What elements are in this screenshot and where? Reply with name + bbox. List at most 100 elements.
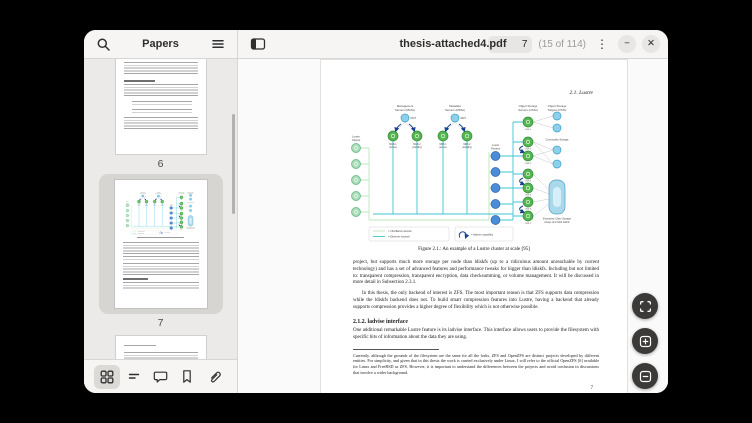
zoom-out-icon	[639, 370, 652, 383]
svg-text:OSS 6: OSS 6	[180, 224, 183, 226]
svg-text:OSS 7: OSS 7	[525, 223, 532, 225]
thumbnail-page-8[interactable]	[84, 335, 237, 359]
svg-text:Lustre: Lustre	[126, 200, 129, 203]
grid-icon	[100, 370, 114, 384]
attachments-button[interactable]	[201, 365, 227, 389]
svg-text:Commodity Storage: Commodity Storage	[187, 201, 195, 204]
svg-text:OSS 4: OSS 4	[180, 215, 183, 217]
svg-text:MDS 1: MDS 1	[439, 144, 447, 146]
thumbnail-page-label: 6	[84, 158, 237, 170]
document-viewer[interactable]: 2.1. Lustre	[238, 59, 668, 393]
thumbnail-list: 6	[84, 59, 237, 359]
svg-text:OSS 1: OSS 1	[525, 129, 532, 131]
svg-text:MDT: MDT	[461, 117, 467, 120]
server-nodes	[137, 196, 183, 229]
sidebar-title: Papers	[142, 38, 179, 50]
svg-text:MGT: MGT	[144, 195, 146, 197]
annotations-button[interactable]	[148, 365, 174, 389]
svg-text:Lustre: Lustre	[492, 143, 500, 147]
server-nodes	[388, 117, 533, 221]
sidebar-toolbar	[84, 359, 237, 393]
svg-text:Management: Management	[140, 191, 146, 194]
search-icon	[96, 37, 111, 52]
svg-text:Clients: Clients	[352, 138, 361, 142]
sidebar: Papers 6	[84, 30, 238, 393]
svg-text:Object Storage: Object Storage	[178, 191, 184, 194]
zoom-controls	[632, 293, 658, 389]
svg-text:MGS 1: MGS 1	[389, 144, 397, 146]
footnote-rule	[353, 349, 439, 350]
fit-page-button[interactable]	[632, 293, 658, 319]
hamburger-icon	[211, 37, 225, 51]
svg-text:OSS 3: OSS 3	[180, 209, 183, 211]
document-title: thesis-attached4.pdf	[400, 38, 507, 50]
svg-text:MGS 2: MGS 2	[413, 144, 421, 146]
thumbnail-page-7[interactable]: Management Servers (MGSs) Metadata Serve…	[84, 174, 237, 329]
svg-text:= failover capability: = failover capability	[471, 233, 494, 237]
sidebar-toggle-icon	[250, 37, 266, 51]
thumbnail-content	[115, 59, 207, 155]
svg-text:OSS 5: OSS 5	[180, 219, 183, 221]
thumbnail-content	[115, 335, 207, 359]
svg-text:Commodity Storage: Commodity Storage	[546, 138, 569, 142]
svg-text:Object Storage: Object Storage	[187, 191, 193, 194]
svg-text:Lustre: Lustre	[170, 203, 173, 206]
footnote-text: Currently, although the grounds of the f…	[353, 353, 599, 376]
target-nodes	[401, 112, 561, 168]
sidebar-scrollbar[interactable]	[232, 114, 235, 214]
svg-text:OSS 2: OSS 2	[180, 205, 183, 207]
outline-button[interactable]	[121, 365, 147, 389]
papers-app-window: Papers 6	[84, 30, 668, 393]
sidebar-toggle-button[interactable]	[246, 33, 270, 55]
outline-icon	[127, 370, 141, 384]
comment-icon	[153, 369, 168, 384]
close-button[interactable]: ✕	[642, 35, 660, 53]
svg-text:Routers: Routers	[491, 147, 501, 151]
body-paragraph: One additional remarkable Lustre feature…	[353, 328, 599, 342]
body-paragraph: project, but supports much more storage …	[353, 260, 599, 287]
svg-text:OSS 7: OSS 7	[180, 228, 183, 230]
svg-text:(standby): (standby)	[462, 146, 472, 149]
thumbnail-selection-highlight: Management Servers (MGSs) Metadata Serve…	[99, 174, 223, 314]
pdf-page-number: 7	[321, 386, 593, 391]
bookmark-icon	[180, 369, 194, 384]
search-button[interactable]	[91, 33, 115, 55]
svg-text:Arrays and SAN Fabric: Arrays and SAN Fabric	[544, 221, 570, 224]
svg-text:Servers (MDSs): Servers (MDSs)	[445, 108, 465, 112]
svg-text:(active): (active)	[439, 146, 447, 149]
thumb7-figure-slot: Management Servers (MGSs) Metadata Serve…	[123, 191, 199, 235]
svg-text:OSS 2: OSS 2	[525, 149, 532, 151]
app-menu-button[interactable]	[206, 33, 230, 55]
svg-text:OSS 1: OSS 1	[180, 199, 183, 201]
thumbnail-page-6[interactable]: 6	[84, 59, 237, 170]
svg-text:MDT: MDT	[160, 195, 162, 197]
lustre-figure-svg: Management Servers (MGSs) Metadata Serve…	[343, 102, 583, 242]
thumbnails-button[interactable]	[94, 365, 120, 389]
figure-caption: Figure 2.1.: An example of a Lustre clus…	[321, 247, 627, 252]
main-header: thesis-attached4.pdf (15 of 114) ⋮ − ✕	[238, 30, 668, 59]
figure-labels: Management Servers (MGSs) Metadata Serve…	[352, 104, 572, 238]
section-heading: 2.1.2. ladvise interface	[353, 319, 599, 325]
svg-text:Servers (OSSs): Servers (OSSs)	[518, 108, 538, 112]
svg-text:OSS 3: OSS 3	[525, 163, 532, 165]
lustre-client-nodes	[125, 204, 128, 227]
zoom-out-button[interactable]	[632, 363, 658, 389]
pdf-page: 2.1. Lustre	[320, 59, 628, 393]
zoom-in-icon	[639, 335, 652, 348]
thumbnail-page-label: 7	[84, 317, 237, 329]
lustre-client-nodes	[352, 144, 361, 217]
running-header: 2.1. Lustre	[321, 90, 593, 96]
target-nodes	[141, 194, 191, 212]
paperclip-icon	[207, 369, 222, 384]
svg-text:OSS 6: OSS 6	[525, 209, 532, 211]
svg-text:OSS 5: OSS 5	[525, 195, 532, 197]
svg-text:Metadata: Metadata	[156, 191, 160, 194]
thumbnail-content: Management Servers (MGSs) Metadata Serve…	[115, 180, 207, 308]
svg-text:Enterprise-Class Storage: Enterprise-Class Storage	[186, 226, 195, 229]
fit-page-icon	[639, 300, 652, 313]
bookmarks-button[interactable]	[174, 365, 200, 389]
zoom-in-button[interactable]	[632, 328, 658, 354]
menu-kebab-button[interactable]: ⋮	[594, 37, 610, 51]
minimize-button[interactable]: −	[618, 35, 636, 53]
svg-text:(standby): (standby)	[412, 146, 422, 149]
